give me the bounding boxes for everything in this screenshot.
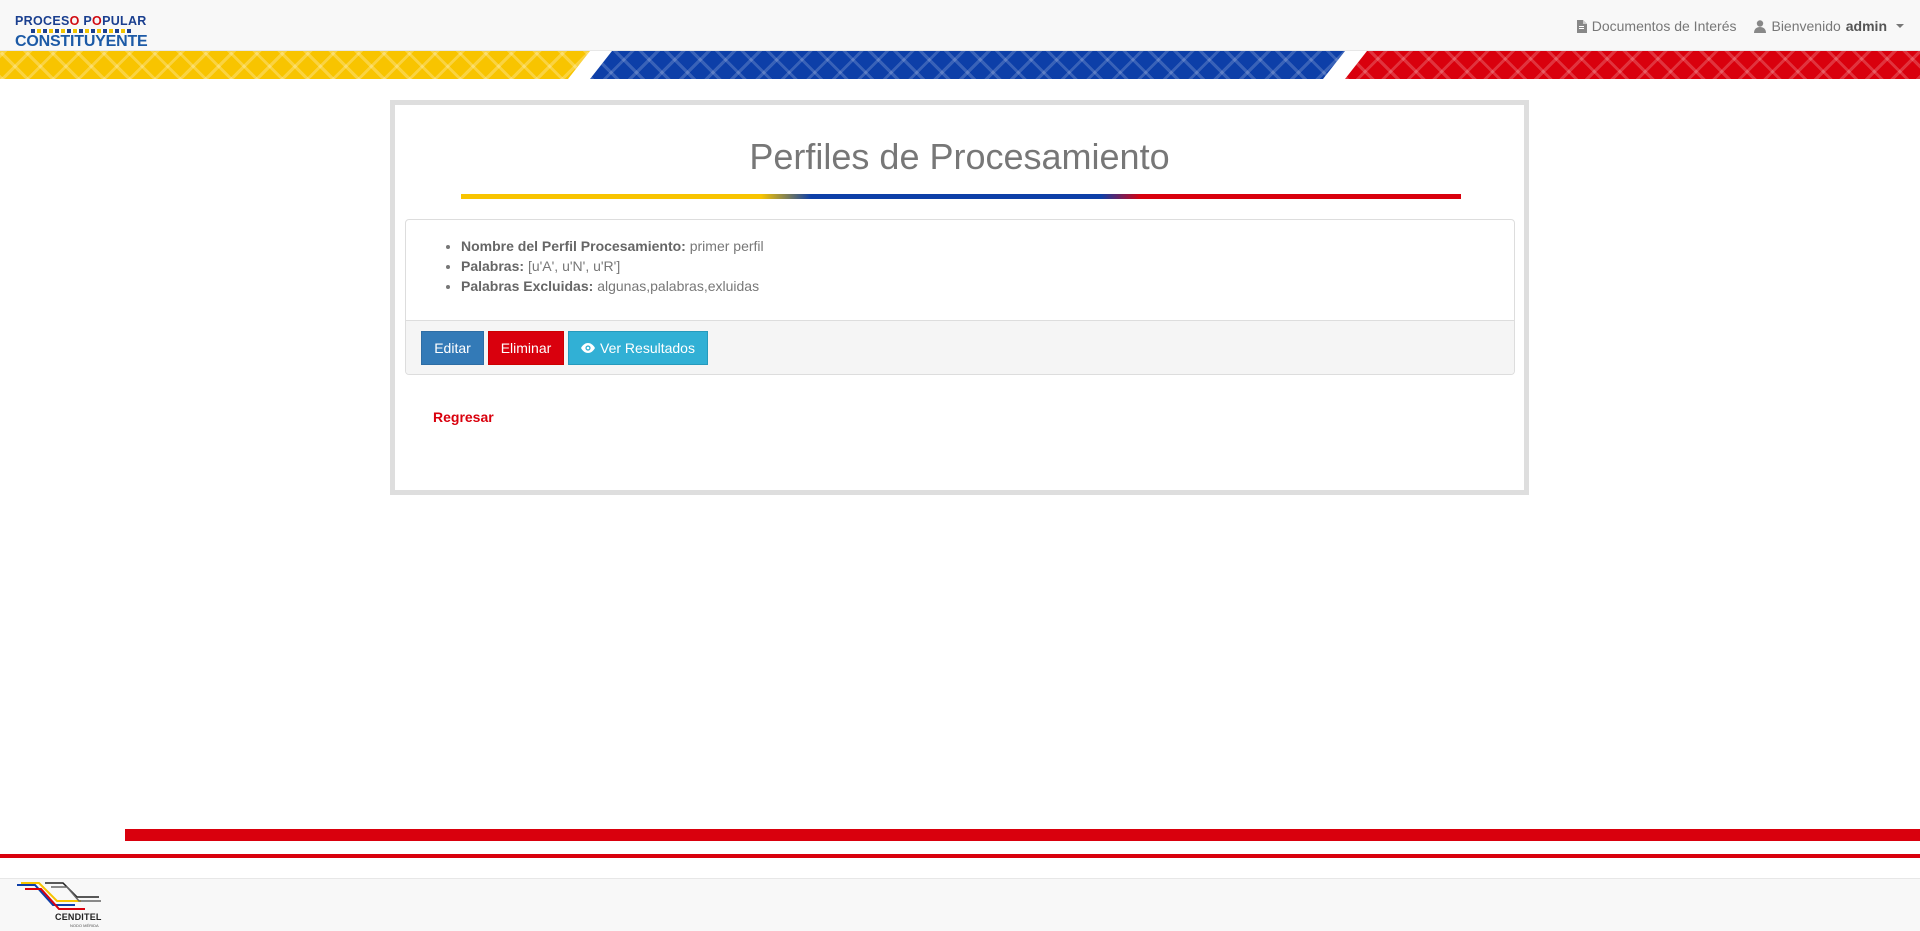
back-link[interactable]: Regresar — [433, 409, 494, 425]
ribbon-yellow — [0, 51, 590, 79]
page-footer: CENDITEL NODO MÉRIDA — [0, 878, 1920, 931]
detail-value: algunas,palabras,exluidas — [597, 278, 760, 294]
navbar-right: Documentos de Interés Bienvenido admin — [1576, 18, 1904, 34]
profile-actions-footer: Editar Eliminar Ver Resultados — [406, 320, 1514, 374]
page-title: Perfiles de Procesamiento — [749, 136, 1170, 177]
detail-item-words: Palabras: [u'A', u'N', u'R'] — [461, 256, 1514, 276]
welcome-label: Bienvenido — [1771, 18, 1841, 34]
detail-label: Palabras: — [461, 258, 525, 274]
username: admin — [1845, 18, 1887, 34]
tricolor-ribbon — [0, 51, 1920, 79]
detail-item-excluded-words: Palabras Excluidas: algunas,palabras,exl… — [461, 276, 1514, 296]
ribbon-red — [1345, 51, 1920, 79]
cenditel-logo-graphic — [17, 882, 101, 910]
edit-button[interactable]: Editar — [421, 331, 484, 365]
profile-detail-panel: Nombre del Perfil Procesamiento: primer … — [405, 219, 1515, 375]
user-menu-dropdown[interactable]: Bienvenido admin — [1754, 18, 1904, 34]
nav-documents-label: Documentos de Interés — [1591, 18, 1737, 34]
detail-label: Nombre del Perfil Procesamiento: — [461, 238, 686, 254]
detail-value: [u'A', u'N', u'R'] — [527, 258, 621, 274]
logo-line1: PROCESO POPULAR — [15, 14, 147, 28]
footer-red-bar-bottom — [0, 854, 1920, 858]
top-navbar: PROCESO POPULAR CONSTITUYENTE Documentos… — [0, 0, 1920, 51]
view-results-button[interactable]: Ver Resultados — [568, 331, 708, 365]
detail-item-name: Nombre del Perfil Procesamiento: primer … — [461, 236, 1514, 256]
cenditel-logo: CENDITEL NODO MÉRIDA — [15, 881, 110, 931]
proceso-popular-constituyente-logo[interactable]: PROCESO POPULAR CONSTITUYENTE — [15, 14, 148, 50]
ribbon-blue — [590, 51, 1345, 79]
delete-button[interactable]: Eliminar — [488, 331, 564, 365]
eye-icon — [581, 340, 596, 356]
cenditel-text: CENDITEL — [55, 912, 102, 922]
caret-down-icon — [1896, 24, 1904, 28]
title-underline — [461, 194, 1461, 199]
main-content-box: Perfiles de Procesamiento Nombre del Per… — [390, 100, 1529, 495]
cenditel-subtext: NODO MÉRIDA — [70, 923, 99, 928]
profile-detail-list: Nombre del Perfil Procesamiento: primer … — [406, 236, 1514, 296]
footer-red-bar-top — [125, 829, 1920, 841]
profile-detail-body: Nombre del Perfil Procesamiento: primer … — [406, 220, 1514, 320]
nav-documents-link[interactable]: Documentos de Interés — [1576, 18, 1737, 34]
user-icon — [1754, 19, 1767, 33]
detail-value: primer perfil — [689, 238, 764, 254]
logo-line2: CONSTITUYENTE — [15, 33, 148, 50]
document-icon — [1576, 19, 1587, 33]
view-results-label: Ver Resultados — [600, 340, 695, 356]
detail-label: Palabras Excluidas: — [461, 278, 594, 294]
